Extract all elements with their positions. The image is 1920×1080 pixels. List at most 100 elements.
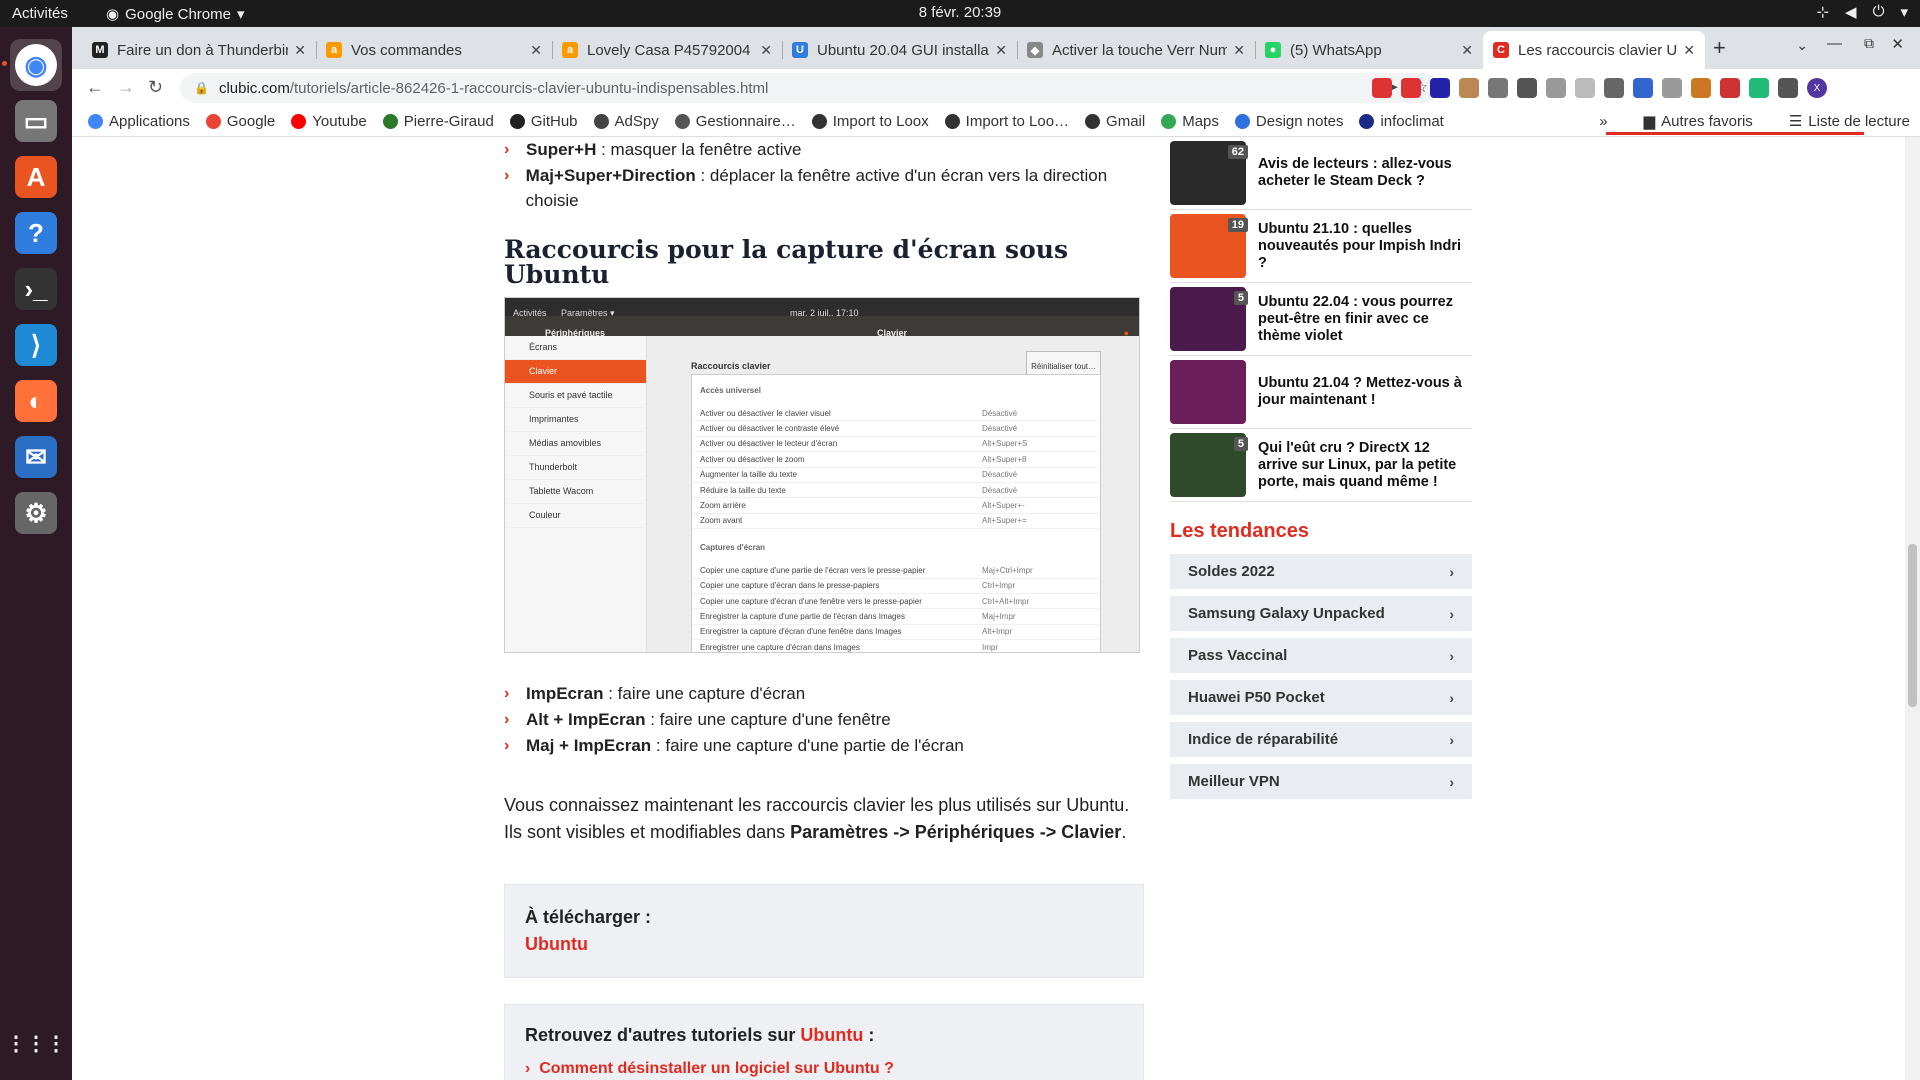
shortcut-bullet: › Super+H : masquer la fenêtre active (504, 137, 1144, 162)
reload-icon[interactable]: ↻ (148, 77, 163, 98)
browser-tab[interactable]: ● (5) WhatsApp ✕ (1255, 31, 1483, 69)
article-title[interactable]: Avis de lecteurs : allez-vous acheter le… (1258, 156, 1472, 190)
trend-item[interactable]: Huawei P50 Pocket › (1170, 680, 1472, 715)
extension-icon[interactable] (1517, 78, 1537, 98)
bookmark-item[interactable]: Design notes (1234, 113, 1343, 130)
related-article-card[interactable]: Ubuntu 21.04 ? Mettez-vous à jour mainte… (1170, 356, 1472, 429)
extension-icon[interactable] (1749, 78, 1769, 98)
show-apps-icon[interactable]: ⋮⋮⋮ (6, 1017, 66, 1069)
tab-close-icon[interactable]: ✕ (1461, 42, 1473, 59)
tab-close-icon[interactable]: ✕ (1233, 42, 1245, 59)
tab-close-icon[interactable]: ✕ (760, 42, 772, 59)
article-thumbnail: 19 (1170, 214, 1248, 278)
browser-tab[interactable]: a Vos commandes ✕ (316, 31, 552, 69)
chevron-right-icon: › (1449, 647, 1454, 664)
extension-icon[interactable]: X (1807, 78, 1827, 98)
minimize-icon[interactable]: — (1827, 35, 1842, 52)
tab-search-icon[interactable]: ⌄ (1796, 37, 1808, 54)
extension-icon[interactable] (1459, 78, 1479, 98)
new-tab-button[interactable]: + (1713, 35, 1726, 61)
extension-icon[interactable] (1488, 78, 1508, 98)
bookmark-item[interactable]: GitHub (509, 113, 578, 130)
related-article-card[interactable]: 5 Qui l'eût cru ? DirectX 12 arrive sur L… (1170, 429, 1472, 502)
software-icon[interactable]: A (10, 151, 62, 203)
bookmark-item[interactable]: Maps (1161, 113, 1219, 130)
browser-tab[interactable]: C Les raccourcis clavier Ubuntu ✕ (1483, 31, 1705, 69)
article-title[interactable]: Ubuntu 22.04 : vous pourrez peut-être en… (1258, 294, 1472, 345)
help-icon[interactable]: ? (10, 207, 62, 259)
bookmark-item[interactable]: infoclimat (1359, 113, 1444, 130)
extension-icon[interactable] (1633, 78, 1653, 98)
more-link[interactable]: Ubuntu (800, 1025, 863, 1045)
bookmark-item[interactable]: Applications (88, 113, 190, 130)
trend-item[interactable]: Meilleur VPN › (1170, 764, 1472, 799)
bookmark-item[interactable]: Gestionnaire… (674, 113, 796, 130)
comment-count-badge: 5 (1233, 437, 1248, 451)
bookmark-item[interactable]: Import to Loo… (944, 113, 1069, 130)
extension-icon[interactable] (1401, 78, 1421, 98)
trend-item[interactable]: Samsung Galaxy Unpacked › (1170, 596, 1472, 631)
article-screenshot-image[interactable]: Activités Paramètres ▾ mar. 2 juil., 17:… (504, 297, 1140, 653)
extension-icon[interactable] (1430, 78, 1450, 98)
terminal-icon[interactable]: ›_ (10, 263, 62, 315)
page-scrollbar[interactable] (1905, 137, 1920, 1080)
chrome-icon[interactable]: ◉ (2, 39, 62, 91)
system-tray[interactable]: ⊹ ◀ ⏻ ▾ (1816, 3, 1908, 21)
trend-item[interactable]: Soldes 2022 › (1170, 554, 1472, 589)
browser-tab[interactable]: M Faire un don à Thunderbird ✕ (82, 31, 316, 69)
settings-icon[interactable]: ⚙ (10, 487, 62, 539)
article-thumbnail: 5 (1170, 433, 1248, 497)
related-article-card[interactable]: 19 Ubuntu 21.10 : quelles nouveautés pour… (1170, 210, 1472, 283)
address-bar[interactable]: 🔒 clubic.com/tutoriels/article-862426-1-… (180, 73, 1438, 103)
article-title[interactable]: Ubuntu 21.04 ? Mettez-vous à jour mainte… (1258, 375, 1472, 409)
extension-icon[interactable] (1575, 78, 1595, 98)
browser-tab[interactable]: U Ubuntu 20.04 GUI installation ✕ (782, 31, 1017, 69)
bookmark-item[interactable]: AdSpy (593, 113, 659, 130)
related-article-card[interactable]: 5 Ubuntu 22.04 : vous pourrez peut-être e… (1170, 283, 1472, 356)
bookmarks-overflow-button[interactable]: » (1599, 113, 1607, 130)
close-window-icon[interactable]: ✕ (1891, 35, 1904, 53)
forward-icon[interactable]: → (117, 77, 135, 98)
extension-icon[interactable] (1691, 78, 1711, 98)
bookmark-item[interactable]: Google (205, 113, 275, 130)
tab-close-icon[interactable]: ✕ (995, 42, 1007, 59)
extension-icon[interactable] (1720, 78, 1740, 98)
trends-heading: Les tendances (1170, 520, 1309, 542)
article-title[interactable]: Ubuntu 21.10 : quelles nouveautés pour I… (1258, 221, 1472, 272)
tab-close-icon[interactable]: ✕ (530, 42, 542, 59)
bookmark-item[interactable]: Import to Loox (811, 113, 929, 130)
bookmark-item[interactable]: Gmail (1085, 113, 1145, 130)
app-menu[interactable]: ◉ Google Chrome ▾ (106, 5, 245, 24)
download-link[interactable]: Ubuntu (525, 932, 1123, 957)
trend-item[interactable]: Indice de réparabilité › (1170, 722, 1472, 757)
thunderbird-icon[interactable]: ✉ (10, 431, 62, 483)
chevron-down-icon: ▾ (1900, 4, 1908, 21)
browser-tab[interactable]: ◆ Activer la touche Verr Num ✕ (1017, 31, 1255, 69)
back-icon[interactable]: ← (86, 77, 104, 98)
article-title[interactable]: Qui l'eût cru ? DirectX 12 arrive sur Li… (1258, 440, 1472, 491)
clock[interactable]: 8 févr. 20:39 (0, 4, 1920, 21)
bookmark-item[interactable]: Youtube (291, 113, 367, 130)
extension-icon[interactable] (1546, 78, 1566, 98)
bookmark-item[interactable]: Pierre-Giraud (382, 113, 494, 130)
tab-close-icon[interactable]: ✕ (294, 42, 306, 59)
browser-tab[interactable]: a Lovely Casa P45792004 Dessus ✕ (552, 31, 782, 69)
reading-list-button[interactable]: ☰ Liste de lecture (1789, 112, 1910, 131)
more-item-link[interactable]: › Comment désinstaller un logiciel sur U… (525, 1056, 1123, 1080)
extension-icon[interactable] (1372, 78, 1392, 98)
files-icon[interactable]: ▭ (10, 95, 62, 147)
bookmark-favicon-icon (593, 114, 609, 129)
trend-item[interactable]: Pass Vaccinal › (1170, 638, 1472, 673)
firefox-icon[interactable]: ◐ (10, 375, 62, 427)
extension-icon[interactable] (1604, 78, 1624, 98)
scrollbar-thumb[interactable] (1908, 544, 1917, 707)
vscode-icon[interactable]: ⟩ (10, 319, 62, 371)
lock-icon[interactable]: 🔒 (194, 81, 209, 95)
related-article-card[interactable]: 62 Avis de lecteurs : allez-vous acheter … (1170, 137, 1472, 210)
extension-icon[interactable] (1662, 78, 1682, 98)
restore-icon[interactable]: ⧉ (1864, 35, 1874, 52)
activities-button[interactable]: Activités (12, 5, 68, 22)
extension-icon[interactable] (1778, 78, 1798, 98)
tab-close-icon[interactable]: ✕ (1683, 42, 1695, 59)
other-bookmarks-folder[interactable]: ▆ Autres favoris (1644, 112, 1753, 131)
